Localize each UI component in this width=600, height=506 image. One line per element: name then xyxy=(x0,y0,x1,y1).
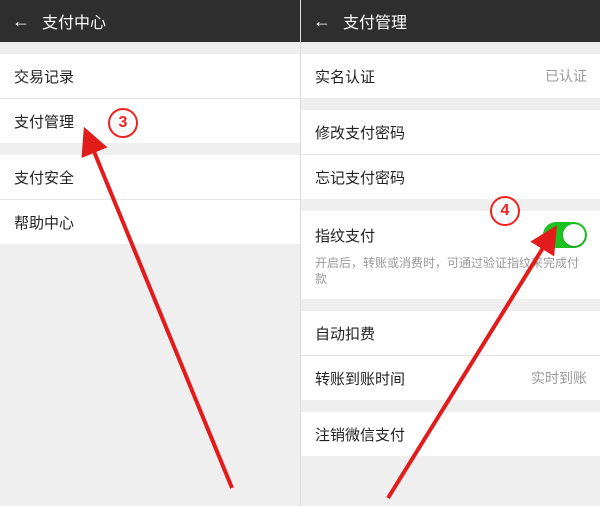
header-bar: ← 支付中心 xyxy=(0,0,300,42)
step-badge-4: 4 xyxy=(490,196,520,226)
section-divider xyxy=(0,143,300,155)
header-bar: ← 支付管理 xyxy=(301,0,600,42)
menu-item-help-center[interactable]: 帮助中心 xyxy=(0,199,300,244)
menu-label: 支付安全 xyxy=(14,167,286,188)
page-title: 支付管理 xyxy=(343,9,407,33)
settings-group-autopay: 自动扣费 转账到账时间 实时到账 xyxy=(301,311,600,400)
section-divider xyxy=(301,98,600,110)
menu-item-transactions[interactable]: 交易记录 xyxy=(0,54,300,98)
toggle-knob-icon xyxy=(563,224,585,246)
row-label: 忘记支付密码 xyxy=(315,167,587,188)
section-divider xyxy=(301,299,600,311)
arrow-left-icon: ← xyxy=(12,11,30,32)
tutorial-dual-screenshot: ← 支付中心 交易记录 支付管理 支付安全 帮助中心 ← xyxy=(0,0,600,506)
row-forgot-password[interactable]: 忘记支付密码 xyxy=(301,154,600,199)
row-value: 已认证 xyxy=(545,66,587,86)
step-badge-3: 3 xyxy=(108,108,138,138)
settings-group-deregister: 注销微信支付 xyxy=(301,412,600,456)
menu-item-payment-management[interactable]: 支付管理 xyxy=(0,98,300,143)
payment-center-pane: ← 支付中心 交易记录 支付管理 支付安全 帮助中心 xyxy=(0,0,300,506)
row-autopay[interactable]: 自动扣费 xyxy=(301,311,600,355)
section-divider xyxy=(301,199,600,211)
row-change-password[interactable]: 修改支付密码 xyxy=(301,110,600,154)
menu-label: 支付管理 xyxy=(14,111,286,132)
menu-label: 帮助中心 xyxy=(14,212,286,233)
arrow-left-icon: ← xyxy=(313,11,331,32)
menu-label: 交易记录 xyxy=(14,66,286,87)
menu-item-payment-security[interactable]: 支付安全 xyxy=(0,155,300,199)
row-label: 注销微信支付 xyxy=(315,424,587,445)
row-value: 实时到账 xyxy=(531,368,587,388)
settings-group-identity: 实名认证 已认证 xyxy=(301,54,600,98)
section-divider xyxy=(0,42,300,54)
row-arrival-time[interactable]: 转账到账时间 实时到账 xyxy=(301,355,600,400)
back-button[interactable]: ← xyxy=(0,0,42,42)
section-divider xyxy=(301,42,600,54)
row-realname-auth[interactable]: 实名认证 已认证 xyxy=(301,54,600,98)
back-button[interactable]: ← xyxy=(301,0,343,42)
page-title: 支付中心 xyxy=(42,9,106,33)
row-label: 指纹支付 xyxy=(315,225,543,246)
fingerprint-toggle[interactable] xyxy=(543,222,587,248)
settings-group-password: 修改支付密码 忘记支付密码 xyxy=(301,110,600,199)
row-deregister-wechat-pay[interactable]: 注销微信支付 xyxy=(301,412,600,456)
section-divider xyxy=(301,400,600,412)
row-label: 自动扣费 xyxy=(315,323,587,344)
payment-management-pane: ← 支付管理 实名认证 已认证 修改支付密码 忘记支付密码 指纹支付 xyxy=(300,0,600,506)
fingerprint-description: 开启后，转账或消费时，可通过验证指纹来完成付款 xyxy=(315,255,587,287)
row-label: 修改支付密码 xyxy=(315,122,587,143)
menu-group-1: 交易记录 支付管理 xyxy=(0,54,300,143)
row-label: 转账到账时间 xyxy=(315,368,531,389)
menu-group-2: 支付安全 帮助中心 xyxy=(0,155,300,244)
settings-fingerprint-block: 指纹支付 开启后，转账或消费时，可通过验证指纹来完成付款 xyxy=(301,211,600,299)
row-label: 实名认证 xyxy=(315,66,545,87)
